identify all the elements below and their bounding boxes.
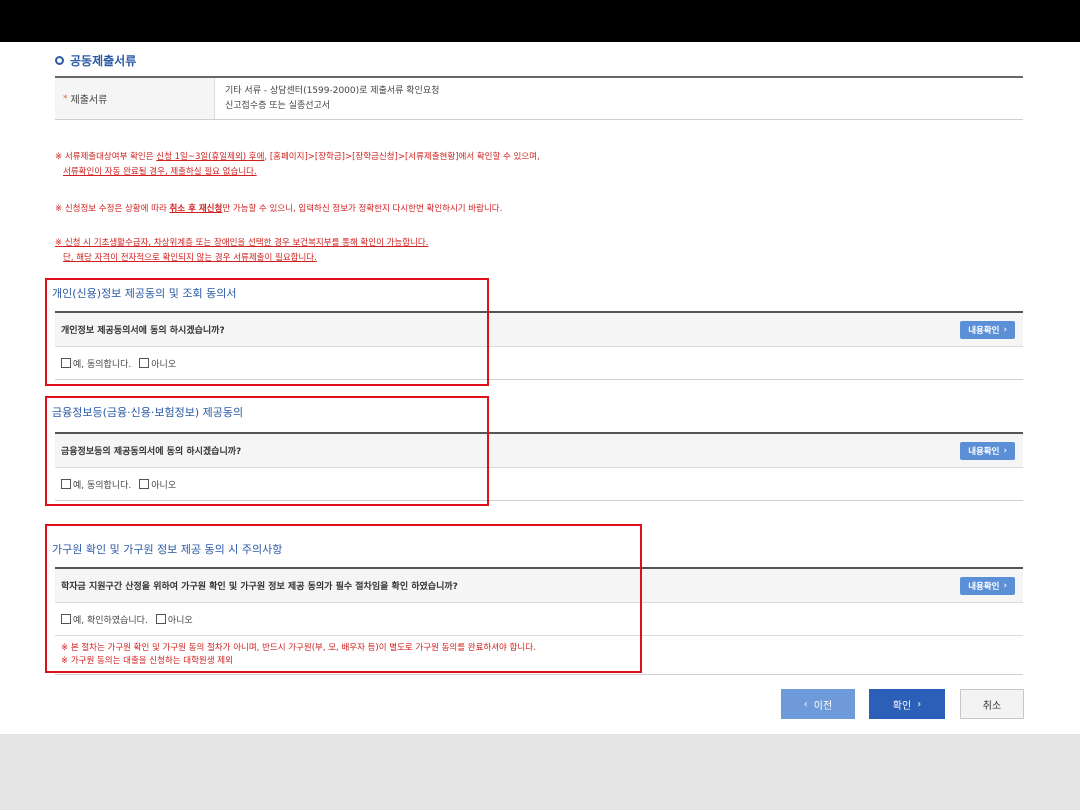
confirm-label: 확인 (892, 700, 912, 712)
chevron-left-icon: ‹ (803, 698, 808, 710)
view-details-label: 내용확인 (968, 581, 1000, 592)
highlight-frame (45, 278, 489, 386)
view-details-label: 내용확인 (968, 446, 1000, 457)
cancel-label: 취소 (982, 700, 1002, 712)
notice-text: 단, 해당 자격이 전자적으로 확인되지 않는 경우 서류제출이 필요합니다. (63, 253, 317, 263)
notice-text: 서류확인이 자동 완료될 경우, 제출하실 필요 없습니다. (63, 167, 257, 177)
notice-modification: ※ 신청정보 수정은 상황에 따라 취소 후 재신청만 가능할 수 있으니, 입… (55, 202, 502, 217)
chevron-right-icon: › (1003, 580, 1007, 591)
docs-label: 제출서류 (70, 95, 108, 106)
required-documents-table: * 제출서류 기타 서류 - 상담센터(1599-2000)로 제출서류 확인요… (55, 76, 1023, 120)
prev-button[interactable]: ‹ 이전 (781, 689, 855, 719)
notice-text: ※ 신청 시 기초생활수급자, 차상위계층 또는 장애인을 선택한 경우 보건복… (55, 238, 429, 248)
confirm-button[interactable]: 확인 › (869, 689, 945, 719)
required-star-icon: * (63, 93, 68, 104)
view-details-label: 내용확인 (968, 325, 1000, 336)
chevron-right-icon: › (1003, 324, 1007, 335)
view-details-button[interactable]: 내용확인 › (960, 441, 1015, 460)
section-title: 공동제출서류 (55, 52, 136, 69)
footer-area (0, 734, 1080, 810)
cancel-button[interactable]: 취소 (960, 689, 1024, 719)
highlight-frame (45, 524, 642, 673)
notice-emphasis: 취소 후 재신청 (169, 204, 223, 214)
notice-text: 만 가능할 수 있으니, 입력하신 정보가 정확한지 다시한번 확인하시기 바랍… (222, 204, 503, 214)
notice-emphasis: 신청 1일~3일(휴일제외) 후에 (156, 152, 265, 162)
notice-welfare: ※ 신청 시 기초생활수급자, 차상위계층 또는 장애인을 선택한 경우 보건복… (55, 236, 428, 266)
docs-line-1: 기타 서류 - 상담센터(1599-2000)로 제출서류 확인요청 (225, 85, 440, 96)
notice-text: ※ 서류제출대상여부 확인은 (55, 152, 157, 162)
prev-label: 이전 (813, 700, 833, 712)
highlight-frame (45, 396, 489, 506)
view-details-button[interactable]: 내용확인 › (960, 320, 1015, 339)
docs-line-2: 신고접수증 또는 실종선고서 (225, 100, 331, 111)
notice-document-check: ※ 서류제출대상여부 확인은 신청 1일~3일(휴일제외) 후에, [홈페이지]… (55, 150, 540, 180)
chevron-right-icon: › (917, 698, 922, 710)
section-title-text: 공동제출서류 (70, 54, 137, 68)
chevron-right-icon: › (1003, 445, 1007, 456)
view-details-button[interactable]: 내용확인 › (960, 576, 1015, 595)
bullet-circle-icon (55, 56, 64, 65)
notice-text: ※ 신청정보 수정은 상황에 따라 (55, 204, 170, 214)
notice-text: , [홈페이지]>[장학금]>[장학금신청]>[서류제출현황]에서 확인할 수 … (264, 152, 540, 162)
docs-value: 기타 서류 - 상담센터(1599-2000)로 제출서류 확인요청 신고접수증… (215, 78, 1023, 119)
docs-header: * 제출서류 (55, 78, 215, 119)
top-bar (0, 0, 1080, 42)
